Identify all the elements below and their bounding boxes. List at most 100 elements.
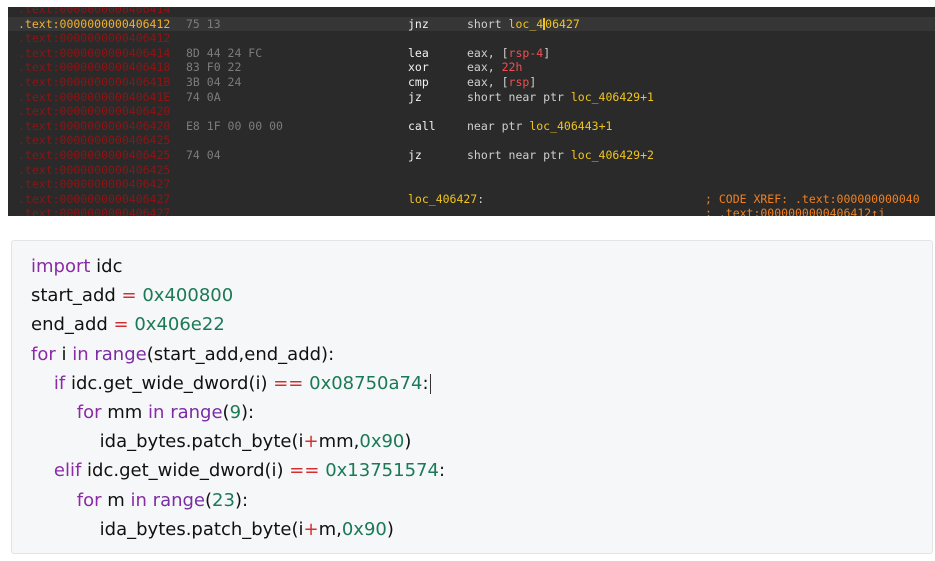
ida-disassembly-view[interactable]: .text:0000000000406414 .text:000000000040…: [8, 7, 935, 216]
disasm-line[interactable]: .text:0000000000406427 loc_406427: ; CODE …: [8, 192, 935, 207]
operand-text: short: [467, 16, 509, 31]
code-line: ida_bytes.patch_byte(i+m,0x90): [31, 516, 394, 544]
number-literal: 0x90: [341, 518, 387, 540]
operand-text: short near ptr: [467, 89, 571, 104]
opcode-bytes: 8D 44 24 FC: [186, 45, 263, 60]
keyword: elif: [53, 460, 82, 482]
number-literal: 0x90: [359, 431, 405, 453]
code-text: start_add: [31, 285, 122, 307]
disasm-line[interactable]: .text:0000000000406414 8D 44 24 FC lea eax,…: [8, 46, 935, 61]
code-text: (: [205, 489, 213, 511]
code-label[interactable]: loc_406427:: [408, 192, 484, 207]
code-text: m,: [318, 518, 342, 540]
operand-label[interactable]: loc_406443: [529, 119, 598, 133]
operator: =: [113, 314, 129, 336]
disasm-line[interactable]: .text:000000000040641B 3B 04 24 cmp eax, [r…: [8, 75, 935, 90]
disasm-line[interactable]: .text:0000000000406425: [8, 163, 935, 178]
operator: +: [303, 518, 319, 540]
operands: near ptr loc_406443+1: [467, 119, 612, 134]
address: .text:0000000000406427: [18, 206, 171, 216]
operand-label[interactable]: 06427: [545, 17, 580, 31]
operands: eax, 22h: [467, 60, 522, 75]
disasm-line[interactable]: .text:000000000040641E 74 0A jz short near …: [8, 90, 935, 105]
code-text: idc.get_wide_dword(i): [81, 460, 290, 482]
operand-number: 22h: [501, 60, 523, 75]
opcode-bytes: 75 13: [186, 16, 221, 31]
code-text: idc: [96, 256, 123, 277]
code-text: (: [222, 402, 230, 423]
operator: ==: [289, 460, 320, 482]
address: .text:0000000000406427: [18, 177, 171, 192]
code-text: ): [386, 518, 394, 540]
disasm-line[interactable]: .text:0000000000406412 75 13 jnz short loc_…: [8, 16, 935, 32]
code-text: end_add: [31, 314, 114, 336]
disasm-line[interactable]: .text:0000000000406425 74 04 jz short near …: [8, 148, 935, 163]
xref-comment: ; CODE XREF: .text:000000000040: [705, 191, 920, 206]
python-code-block: import idc start_add = 0x400800 end_add = …: [11, 240, 933, 554]
opcode-bytes: 83 F0 22: [186, 60, 242, 75]
operand-label[interactable]: loc_406429: [571, 148, 640, 162]
number-literal: 0x08750a74: [309, 372, 423, 394]
number-literal: 0x400800: [142, 285, 234, 307]
code-text: mm: [101, 402, 149, 423]
operand-offset: +1: [640, 89, 654, 104]
builtin-function: range: [94, 343, 147, 365]
code-line: elif idc.get_wide_dword(i) == 0x13751574…: [31, 457, 445, 485]
code-text: ):: [241, 402, 255, 423]
operand-text: ]: [529, 75, 537, 89]
operand-number: -4: [529, 45, 544, 60]
operands: eax, [rsp-4]: [467, 46, 550, 61]
code-line: for m in range(23):: [31, 487, 248, 515]
code-line: end_add = 0x406e22: [31, 311, 225, 339]
opcode-bytes: 74 04: [186, 148, 221, 162]
number-literal: 23: [212, 489, 235, 511]
address: .text:0000000000406418: [18, 60, 171, 75]
disasm-line[interactable]: .text:0000000000406427 ; .text:0000000000…: [8, 206, 935, 216]
address: .text:0000000000406425: [18, 133, 171, 148]
keyword: for: [76, 402, 102, 423]
mnemonic: jnz: [408, 16, 429, 31]
code-text: ):: [234, 489, 249, 511]
code-line: start_add = 0x400800: [31, 282, 233, 310]
disasm-line[interactable]: .text:0000000000406412: [8, 31, 935, 46]
code-text: ): [404, 431, 412, 453]
operand-text: near ptr: [467, 118, 530, 133]
operator: +: [303, 431, 319, 453]
operand-label[interactable]: loc_406429: [571, 90, 640, 104]
disasm-line[interactable]: .text:0000000000406414: [8, 7, 935, 17]
number-literal: 0x13751574: [325, 460, 439, 482]
keyword: for: [31, 343, 56, 365]
code-text: i: [55, 343, 73, 365]
label-name[interactable]: loc_406427: [408, 192, 477, 206]
operand-text: ]: [543, 45, 551, 60]
xref-comment: ; .text:0000000000406412↑j: [705, 206, 886, 216]
mnemonic: xor: [408, 60, 429, 75]
operands: short near ptr loc_406429+2: [467, 148, 654, 163]
address: .text:0000000000406412: [18, 16, 171, 31]
number-literal: 9: [229, 402, 242, 423]
disasm-line[interactable]: .text:0000000000406418 83 F0 22 xor eax, 22…: [8, 60, 935, 75]
code-text: idc.get_wide_dword(i): [65, 372, 274, 394]
address: .text:000000000040641B: [18, 75, 171, 89]
address: .text:0000000000406414: [18, 45, 171, 60]
address: .text:0000000000406420: [18, 104, 171, 119]
disasm-line[interactable]: .text:0000000000406427: [8, 177, 935, 192]
operand-label[interactable]: loc_4: [509, 17, 544, 31]
register: rsp: [508, 75, 530, 89]
disasm-line[interactable]: .text:0000000000406425: [8, 133, 935, 148]
mnemonic: call: [408, 118, 436, 133]
number-literal: 0x406e22: [134, 314, 225, 336]
mnemonic: lea: [408, 45, 429, 60]
keyword: for: [76, 489, 102, 511]
operand-text: eax, [: [467, 45, 509, 60]
code-text: ida_bytes.patch_byte(i: [31, 518, 304, 540]
opcode-bytes: E8 1F 00 00 00: [186, 118, 283, 133]
address: .text:0000000000406420: [18, 118, 171, 133]
operator: =: [121, 285, 137, 307]
disasm-line[interactable]: .text:0000000000406420: [8, 104, 935, 119]
disasm-line[interactable]: .text:0000000000406420 E8 1F 00 00 00 call…: [8, 119, 935, 134]
code-text: mm,: [318, 431, 360, 453]
